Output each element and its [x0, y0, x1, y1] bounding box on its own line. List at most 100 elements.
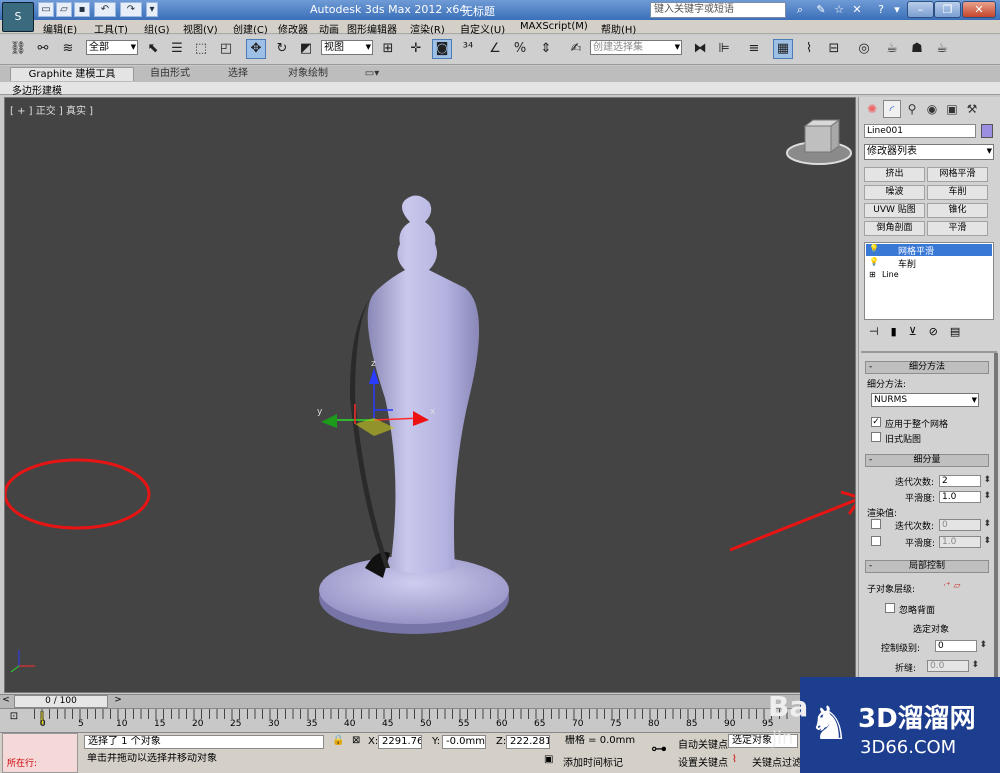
open-file-icon[interactable]: ▱ — [56, 2, 72, 17]
select-manipulate-icon[interactable]: ✛ — [406, 39, 426, 59]
hierarchy-tab-icon[interactable]: ⚲ — [903, 100, 921, 118]
select-scale-icon[interactable]: ◩ — [296, 39, 316, 59]
create-tab-icon[interactable]: ✺ — [863, 100, 881, 118]
select-move-icon[interactable]: ✥ — [246, 39, 266, 59]
window-crossing-icon[interactable]: ◰ — [216, 39, 236, 59]
spinner-snap-icon[interactable]: ⇕ — [536, 39, 556, 59]
edit-named-selection-icon[interactable]: ✍ — [566, 39, 586, 59]
time-slider-thumb[interactable]: 0 / 100 — [14, 695, 108, 708]
smooth-button[interactable]: 平滑 — [927, 221, 988, 236]
extrude-button[interactable]: 挤出 — [864, 167, 925, 182]
bind-spacewarp-icon[interactable]: ≋ — [58, 39, 78, 59]
binoculars-icon[interactable]: ⌕ — [793, 3, 807, 17]
material-editor-icon[interactable]: ◎ — [854, 39, 874, 59]
menu-graph-editors[interactable]: 图形编辑器 — [347, 21, 397, 36]
select-rotate-icon[interactable]: ↻ — [272, 39, 292, 59]
minimize-button[interactable]: – — [907, 1, 934, 18]
lock-icon[interactable]: 🔒 — [332, 735, 344, 746]
rect-selection-icon[interactable]: ⬚ — [191, 39, 211, 59]
graphite-toggle-icon[interactable]: ▦ — [773, 39, 793, 59]
snaps-toggle-icon[interactable]: ³⁴ — [458, 39, 478, 59]
meshsmooth-button[interactable]: 网格平滑 — [927, 167, 988, 182]
percent-snap-icon[interactable]: % — [510, 39, 530, 59]
smoothness-spinner[interactable]: 1.0 — [939, 491, 991, 503]
noise-button[interactable]: 噪波 — [864, 185, 925, 200]
stack-tools[interactable]: ⊣▮⊻⊘▤ — [869, 325, 972, 338]
crease-spinner[interactable]: 0.0 — [927, 660, 979, 672]
menu-views[interactable]: 视图(V) — [183, 21, 218, 36]
absolute-mode-icon[interactable]: ⊠ — [352, 735, 360, 746]
stack-item-line[interactable]: Line — [882, 270, 899, 279]
key-filter-icon[interactable]: ⌇ — [732, 754, 737, 765]
bulb-icon[interactable]: 💡 — [869, 257, 879, 266]
utilities-tab-icon[interactable]: ⚒ — [963, 100, 981, 118]
tab-graphite[interactable]: Graphite 建模工具 — [10, 67, 134, 81]
modifier-list-select[interactable]: 修改器列表 — [864, 144, 994, 160]
subdiv-method-select[interactable]: NURMS — [871, 393, 979, 407]
menu-help[interactable]: 帮助(H) — [601, 21, 636, 36]
stack-item-lathe[interactable]: 车削 — [898, 257, 916, 270]
help-icon[interactable]: ? — [874, 3, 888, 17]
tab-selection[interactable]: 选择 — [210, 67, 266, 81]
maximize-button[interactable]: ❐ — [934, 1, 961, 18]
key-icon[interactable]: ⊶ — [644, 739, 674, 765]
maxscript-listener[interactable]: 所在行: — [2, 733, 78, 773]
expand-icon[interactable]: ⊞ — [869, 270, 876, 279]
apply-whole-mesh-checkbox[interactable]: ✓ — [871, 417, 881, 427]
angle-snap-icon[interactable]: ∠ — [485, 39, 505, 59]
render-setup-icon[interactable]: ☕ — [882, 39, 902, 59]
polygon-modeling-label[interactable]: 多边形建模 — [12, 82, 62, 97]
align-icon[interactable]: ⊫ — [714, 39, 734, 59]
rollout-local-control[interactable]: - 局部控制 — [865, 560, 989, 573]
tab-object-paint[interactable]: 对象绘制 — [276, 67, 340, 81]
undo-icon[interactable]: ↶ — [94, 2, 116, 17]
add-time-tag-label[interactable]: 添加时间标记 — [563, 754, 623, 769]
rollout-subdiv-amount[interactable]: - 细分量 — [865, 454, 989, 467]
menu-customize[interactable]: 自定义(U) — [460, 21, 505, 36]
prev-frame-icon[interactable]: < — [0, 695, 12, 708]
control-level-spinner[interactable]: 0 — [935, 640, 987, 652]
link-icon[interactable]: ⛓ — [8, 39, 28, 59]
old-style-mapping-checkbox[interactable] — [871, 432, 881, 442]
z-coord-field[interactable]: 222.281mr — [506, 735, 550, 749]
ignore-backfacing-checkbox[interactable] — [885, 603, 895, 613]
render-smoothness-spinner[interactable]: 1.0 — [939, 536, 991, 548]
unlink-icon[interactable]: ⚯ — [33, 39, 53, 59]
rollout-subdiv-method[interactable]: - 细分方法 — [865, 361, 989, 374]
modify-tab-icon[interactable]: ◜ — [883, 100, 901, 118]
tab-freeform[interactable]: 自由形式 — [140, 67, 200, 81]
new-file-icon[interactable]: ▭ — [38, 2, 54, 17]
stack-item-meshsmooth[interactable]: 网格平滑 — [898, 244, 934, 257]
vertex-edge-icons[interactable]: ·⁺ ▱ — [943, 581, 960, 591]
menu-maxscript[interactable]: MAXScript(M) — [520, 21, 588, 32]
select-by-name-icon[interactable]: ☰ — [167, 39, 187, 59]
keyboard-shortcut-icon[interactable]: ◙ — [432, 39, 452, 59]
redo-icon[interactable]: ↷ — [120, 2, 142, 17]
menu-group[interactable]: 组(G) — [144, 21, 170, 36]
menu-create[interactable]: 创建(C) — [233, 21, 268, 36]
menu-edit[interactable]: 编辑(E) — [43, 21, 77, 36]
set-key-button[interactable]: 设置关键点 — [678, 754, 728, 769]
motion-tab-icon[interactable]: ◉ — [923, 100, 941, 118]
track-bar[interactable]: ⊡ 0 5 10 15 20 25 30 35 40 45 50 55 60 65 70 75 80 85 90 95 — [0, 708, 858, 732]
object-name-field[interactable]: Line001 — [864, 124, 976, 138]
search-input[interactable]: 键入关键字或短语 — [650, 2, 786, 18]
viewport-perspective[interactable]: [ + ] 正交 ] 真实 ] z x y — [4, 97, 856, 693]
menu-modifiers[interactable]: 修改器 — [278, 21, 308, 36]
app-logo-icon[interactable]: S — [2, 2, 34, 32]
render-production-icon[interactable]: ☕ — [932, 39, 952, 59]
lathe-button[interactable]: 车削 — [927, 185, 988, 200]
auto-key-button[interactable]: 自动关键点 — [678, 736, 728, 751]
render-iterations-checkbox[interactable] — [871, 519, 881, 529]
menu-tools[interactable]: 工具(T) — [94, 21, 128, 36]
help-dropdown-icon[interactable]: ▾ — [890, 3, 904, 17]
render-iterations-spinner[interactable]: 0 — [939, 519, 991, 531]
layer-manager-icon[interactable]: ≡ — [744, 39, 764, 59]
wrench-icon[interactable]: ✕ — [850, 3, 864, 17]
tools-icon[interactable]: ✎ — [814, 3, 828, 17]
selection-filter-select[interactable]: 全部 — [86, 40, 138, 55]
ribbon-options-icon[interactable]: ▭▾ — [360, 67, 384, 81]
render-smoothness-checkbox[interactable] — [871, 536, 881, 546]
close-button[interactable]: ✕ — [962, 1, 996, 18]
object-color-swatch[interactable] — [981, 124, 993, 138]
